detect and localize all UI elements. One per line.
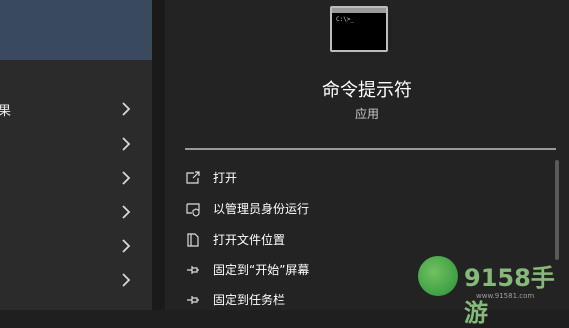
open-label: 打开 [213, 171, 238, 185]
open-file-location-action[interactable]: 打开文件位置 [185, 226, 525, 254]
app-type-label: 应用 [354, 107, 379, 121]
result-row[interactable] [0, 263, 152, 297]
app-title: 命令提示符 [322, 80, 412, 101]
result-row[interactable]: 果 [0, 92, 152, 126]
panel-divider [152, 0, 165, 310]
icon-titlebar [332, 8, 386, 13]
open-icon [186, 171, 200, 184]
chevron-right-icon[interactable] [118, 136, 134, 152]
chevron-right-icon[interactable] [118, 101, 134, 117]
result-row[interactable] [0, 127, 152, 161]
result-row[interactable] [0, 195, 152, 229]
section-divider [185, 148, 556, 150]
chevron-right-icon[interactable] [118, 204, 134, 220]
command-prompt-icon: C:\>_ [330, 6, 388, 52]
open-file-location-label: 打开文件位置 [213, 233, 286, 247]
open-action[interactable]: 打开 [185, 164, 525, 192]
watermark-logo: 9158手游 www.91581.com [414, 252, 569, 327]
icon-prompt-text: C:\>_ [336, 16, 355, 23]
run-as-admin-label: 以管理员身份运行 [213, 202, 310, 216]
selected-result[interactable] [0, 0, 152, 60]
run-as-admin-icon [186, 203, 200, 217]
result-row-label: 果 [0, 104, 12, 119]
pin-icon [187, 266, 199, 274]
watermark-url: www.91581.com [476, 292, 535, 300]
search-results-panel: 果 [0, 0, 152, 310]
result-row[interactable] [0, 229, 152, 263]
pin-icon [187, 296, 199, 304]
folder-location-icon [187, 233, 199, 247]
chevron-right-icon[interactable] [118, 272, 134, 288]
pin-to-start-label: 固定到“开始”屏幕 [213, 263, 310, 277]
run-as-admin-action[interactable]: 以管理员身份运行 [185, 195, 525, 223]
watermark-logo-icon [418, 256, 458, 296]
chevron-right-icon[interactable] [118, 170, 134, 186]
scrollbar[interactable] [555, 160, 559, 260]
chevron-right-icon[interactable] [118, 238, 134, 254]
pin-to-taskbar-label: 固定到任务栏 [213, 293, 286, 307]
result-row[interactable] [0, 161, 152, 195]
